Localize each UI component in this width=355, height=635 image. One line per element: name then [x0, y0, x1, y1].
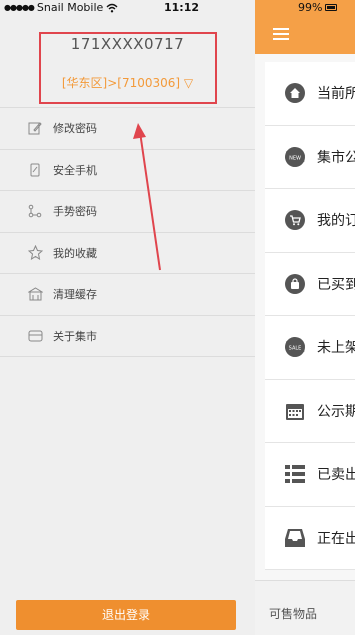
star-icon — [27, 245, 43, 261]
main-item-label: 当前所 — [317, 86, 355, 103]
menu-item-clear-cache[interactable]: 清理缓存 — [0, 274, 255, 316]
svg-text:NEW: NEW — [289, 155, 301, 161]
wifi-icon — [106, 3, 118, 12]
logout-button[interactable]: 退出登录 — [16, 600, 236, 630]
clock: 11:12 — [164, 1, 200, 14]
drawer-menu: 修改密码 安全手机 手势密码 我的收藏 清理缓存 关于集市 — [0, 107, 255, 357]
home-icon — [285, 83, 305, 104]
main-item-announcement[interactable]: NEW 集市公 — [265, 125, 355, 189]
status-bar: ●●●●● Snail Mobile 11:12 — [0, 0, 255, 16]
clean-icon — [27, 286, 43, 302]
menu-item-label: 清理缓存 — [53, 288, 97, 302]
bag-icon — [285, 273, 305, 294]
main-panel: 99% 当前所 NEW 集市公 我的订 已买到 SALE 未上架 公示期 已卖出… — [255, 0, 355, 635]
main-item-label: 我的订 — [317, 213, 355, 230]
main-item-current[interactable]: 当前所 — [265, 62, 355, 126]
battery-percent: 99% — [298, 1, 323, 14]
menu-item-gesture-password[interactable]: 手势密码 — [0, 191, 255, 233]
phone-icon — [27, 162, 43, 178]
side-drawer: ●●●●● Snail Mobile 11:12 171XXXX0717 [华东… — [0, 0, 255, 635]
svg-text:SALE: SALE — [289, 346, 302, 352]
main-item-orders[interactable]: 我的订 — [265, 189, 355, 253]
list-icon — [285, 464, 305, 484]
menu-item-about[interactable]: 关于集市 — [0, 315, 255, 357]
main-item-purchased[interactable]: 已买到 — [265, 252, 355, 316]
main-item-label: 集市公 — [317, 149, 355, 166]
menu-item-label: 我的收藏 — [53, 246, 97, 260]
battery-icon — [325, 4, 338, 11]
carrier-info: ●●●●● Snail Mobile — [4, 1, 118, 14]
menu-item-favorites[interactable]: 我的收藏 — [0, 232, 255, 274]
menu-item-label: 修改密码 — [53, 122, 97, 136]
inbox-icon — [285, 528, 305, 548]
main-item-sold[interactable]: 已卖出 — [265, 443, 355, 507]
main-item-unlisted[interactable]: SALE 未上架 — [265, 316, 355, 380]
menu-item-label: 关于集市 — [53, 329, 97, 343]
hamburger-menu-icon[interactable] — [273, 28, 289, 40]
about-icon — [27, 328, 43, 344]
bottom-tab-bar: 可售物品 — [255, 580, 355, 635]
gesture-icon — [27, 203, 43, 219]
annotation-highlight-box — [39, 32, 217, 104]
new-badge-icon: NEW — [285, 146, 305, 167]
signal-icon: ●●●●● — [4, 3, 35, 12]
main-item-label: 正在出 — [317, 530, 355, 547]
main-header: 99% — [255, 0, 355, 54]
main-item-label: 已买到 — [317, 276, 355, 293]
tab-sellable-items[interactable]: 可售物品 — [269, 605, 317, 622]
main-item-in-progress[interactable]: 正在出 — [265, 506, 355, 570]
main-item-label: 已卖出 — [317, 467, 355, 484]
status-bar-right: 99% — [298, 1, 338, 14]
calendar-icon — [285, 401, 305, 421]
cart-icon — [285, 210, 305, 231]
main-menu-list: 当前所 NEW 集市公 我的订 已买到 SALE 未上架 公示期 已卖出 正在出 — [265, 62, 355, 570]
menu-item-change-password[interactable]: 修改密码 — [0, 108, 255, 150]
main-item-publicity[interactable]: 公示期 — [265, 379, 355, 443]
carrier-name: Snail Mobile — [36, 1, 104, 14]
menu-item-security-phone[interactable]: 安全手机 — [0, 149, 255, 191]
menu-item-label: 安全手机 — [53, 163, 97, 177]
main-item-label: 未上架 — [317, 340, 355, 357]
menu-item-label: 手势密码 — [53, 205, 97, 219]
sale-badge-icon: SALE — [285, 337, 305, 358]
main-item-label: 公示期 — [317, 403, 355, 420]
edit-icon — [27, 120, 43, 136]
